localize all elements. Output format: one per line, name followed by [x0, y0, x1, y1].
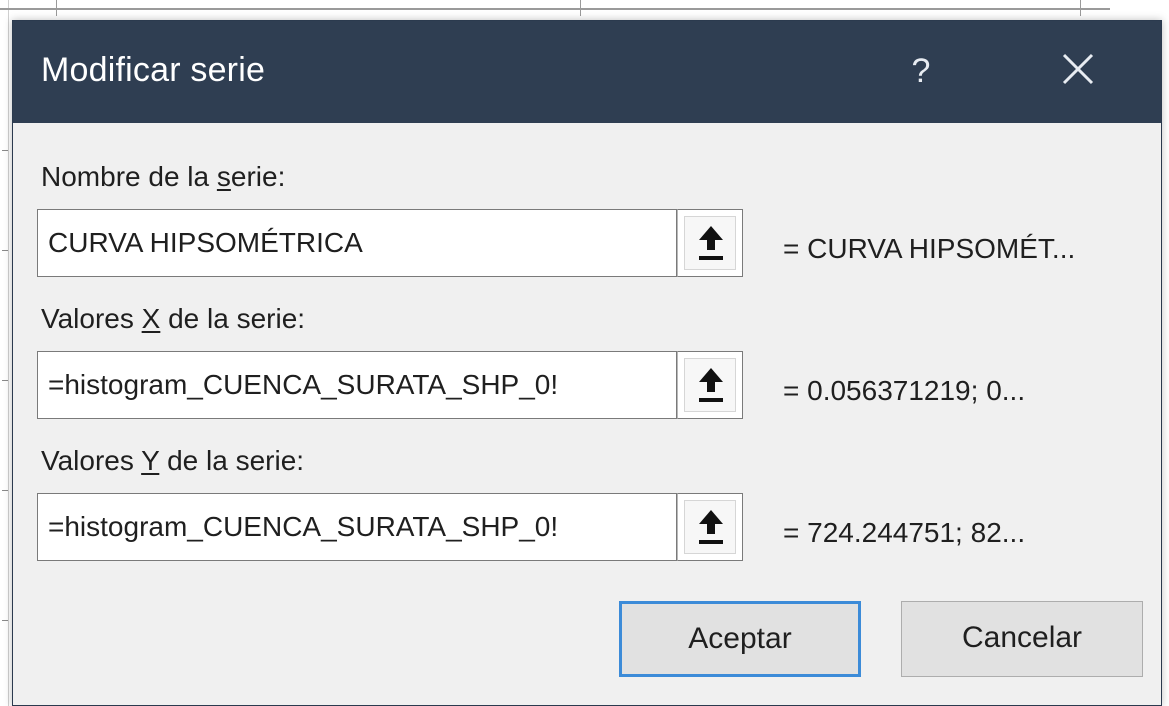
- y-values-input[interactable]: =histogram_CUENCA_SURATA_SHP_0!: [37, 493, 677, 561]
- close-icon: [1062, 53, 1094, 85]
- series-name-row: CURVA HIPSOMÉTRICA: [37, 209, 743, 277]
- sheet-gridline: [0, 8, 1110, 10]
- x-values-label: Valores X de la serie:: [41, 303, 306, 334]
- sheet-gridline: [580, 0, 581, 16]
- x-values-input[interactable]: =histogram_CUENCA_SURATA_SHP_0!: [37, 351, 677, 419]
- y-values-label: Valores Y de la serie:: [41, 445, 305, 476]
- series-name-preview: = CURVA HIPSOMÉT...: [783, 233, 1076, 264]
- sheet-gridline: [56, 0, 57, 16]
- series-name-collapse-button[interactable]: [677, 209, 743, 277]
- sheet-gridline: [2, 490, 8, 491]
- dialog-titlebar[interactable]: Modificar serie ?: [13, 21, 1161, 123]
- sheet-gridline: [2, 380, 8, 381]
- cancel-button[interactable]: Cancelar: [901, 601, 1143, 677]
- sheet-gridline: [2, 250, 8, 251]
- collapse-dialog-icon: [699, 226, 723, 260]
- series-name-label: Nombre de la serie:: [41, 161, 286, 192]
- edit-series-dialog: Modificar serie ? Nombre de la serie: CU…: [12, 20, 1162, 706]
- collapse-dialog-icon: [699, 510, 723, 544]
- y-values-preview: = 724.244751; 82...: [783, 517, 1026, 548]
- x-values-collapse-button[interactable]: [677, 351, 743, 419]
- sheet-gridline: [1080, 0, 1081, 16]
- row-header-strip: [0, 0, 9, 706]
- ok-button[interactable]: Aceptar: [619, 601, 861, 677]
- collapse-dialog-icon: [699, 368, 723, 402]
- close-button[interactable]: [1043, 43, 1113, 99]
- sheet-gridline: [2, 620, 8, 621]
- x-values-row: =histogram_CUENCA_SURATA_SHP_0!: [37, 351, 743, 419]
- y-values-collapse-button[interactable]: [677, 493, 743, 561]
- sheet-gridline: [2, 150, 8, 151]
- series-name-input[interactable]: CURVA HIPSOMÉTRICA: [37, 209, 677, 277]
- dialog-title: Modificar serie: [41, 51, 266, 89]
- y-values-row: =histogram_CUENCA_SURATA_SHP_0!: [37, 493, 743, 561]
- help-button[interactable]: ?: [893, 43, 949, 99]
- x-values-preview: = 0.056371219; 0...: [783, 375, 1026, 406]
